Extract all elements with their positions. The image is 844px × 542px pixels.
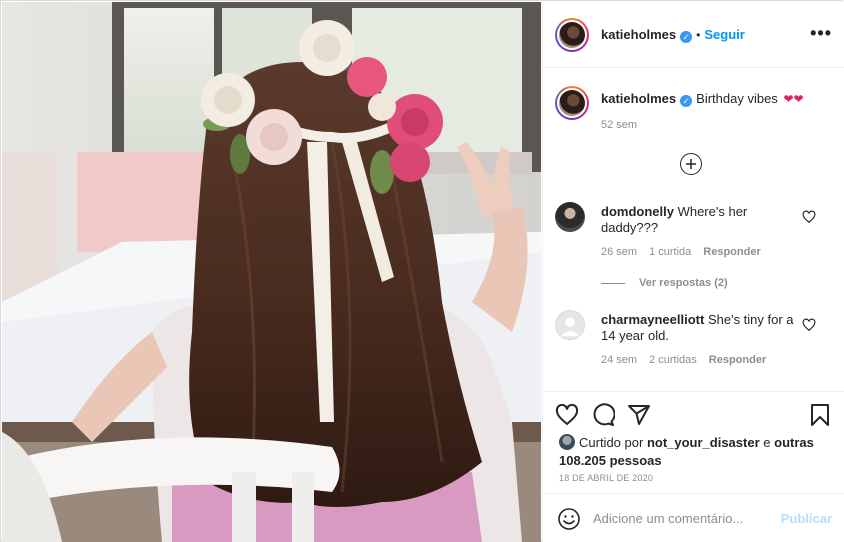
view-replies-label: Ver respostas (2) — [639, 277, 728, 289]
replies-divider-line — [601, 282, 625, 284]
caption-username[interactable]: katieholmes — [601, 91, 676, 106]
caption-text: katieholmes ✓ Birthday vibes ❤❤ — [601, 91, 804, 107]
comment-meta: 24 sem 2 curtidas Responder — [601, 354, 778, 366]
caption-time[interactable]: 52 sem — [601, 119, 637, 131]
liker-username[interactable]: not_your_disaster — [647, 435, 760, 450]
bookmark-icon[interactable] — [808, 403, 832, 427]
heart-outline-icon[interactable] — [555, 403, 579, 427]
default-avatar-icon — [560, 317, 580, 337]
caption-body: Birthday vibes — [696, 91, 778, 106]
likes-prefix: Curtido por — [579, 435, 644, 450]
comment-text-block: domdonelly Where's her daddy??? — [601, 204, 797, 236]
comment-meta: 26 sem 1 curtida Responder — [601, 246, 773, 258]
commenter-username[interactable]: domdonelly — [601, 204, 674, 219]
comment-bubble-icon[interactable] — [591, 403, 615, 427]
red-heart-emoji: ❤❤ — [783, 92, 804, 106]
post-photo[interactable] — [2, 2, 541, 542]
comments-list[interactable]: katieholmes ✓ Birthday vibes ❤❤ 52 sem dom… — [543, 69, 844, 391]
verified-badge-icon: ✓ — [680, 31, 693, 43]
smiley-icon[interactable] — [557, 507, 581, 531]
comment-input[interactable] — [593, 508, 773, 528]
view-replies-button[interactable]: Ver respostas (2) — [601, 277, 728, 289]
comment-time[interactable]: 26 sem — [601, 246, 637, 258]
more-options-icon[interactable]: ••• — [810, 24, 832, 42]
comment-like-heart-icon[interactable] — [802, 210, 816, 224]
commenter-username[interactable]: charmayneelliott — [601, 312, 704, 327]
load-more-comments-button[interactable] — [680, 153, 702, 175]
post-actions: Curtido por not_your_disaster e outras 1… — [543, 391, 844, 497]
post-side-panel: katieholmes ✓ • Seguir ••• katieholmes ✓ Birt… — [542, 2, 844, 542]
reply-button[interactable]: Responder — [703, 246, 760, 258]
verified-badge-icon: ✓ — [680, 95, 693, 107]
likes-summary: Curtido por not_your_disaster e outras 1… — [559, 434, 839, 470]
photo-girl-flower-crown — [2, 2, 541, 542]
comment-text-block: charmayneelliott She's tiny for a 14 yea… — [601, 312, 797, 344]
author-avatar[interactable] — [555, 18, 589, 52]
paper-plane-icon[interactable] — [627, 403, 651, 427]
publish-button[interactable]: Publicar — [781, 511, 832, 526]
comment-like-heart-icon[interactable] — [802, 318, 816, 332]
liker-avatar[interactable] — [559, 434, 575, 450]
post-date[interactable]: 18 DE ABRIL DE 2020 — [559, 473, 653, 483]
comment-likes[interactable]: 2 curtidas — [649, 354, 697, 366]
author-line: katieholmes ✓ • Seguir — [601, 27, 745, 43]
add-comment-bar: Publicar — [543, 493, 844, 542]
commenter-avatar[interactable] — [555, 202, 585, 232]
reply-button[interactable]: Responder — [709, 354, 766, 366]
dot-separator: • — [696, 28, 701, 42]
comment-time[interactable]: 24 sem — [601, 354, 637, 366]
caption-avatar[interactable] — [555, 86, 589, 120]
commenter-avatar-placeholder[interactable] — [555, 310, 585, 340]
follow-button[interactable]: Seguir — [704, 27, 744, 42]
post-modal: katieholmes ✓ • Seguir ••• katieholmes ✓ Birt… — [0, 0, 844, 542]
author-username[interactable]: katieholmes — [601, 27, 676, 42]
likes-conjunction: e — [763, 435, 771, 450]
comment-likes[interactable]: 1 curtida — [649, 246, 691, 258]
post-header: katieholmes ✓ • Seguir ••• — [543, 2, 844, 68]
plus-icon — [686, 159, 696, 169]
